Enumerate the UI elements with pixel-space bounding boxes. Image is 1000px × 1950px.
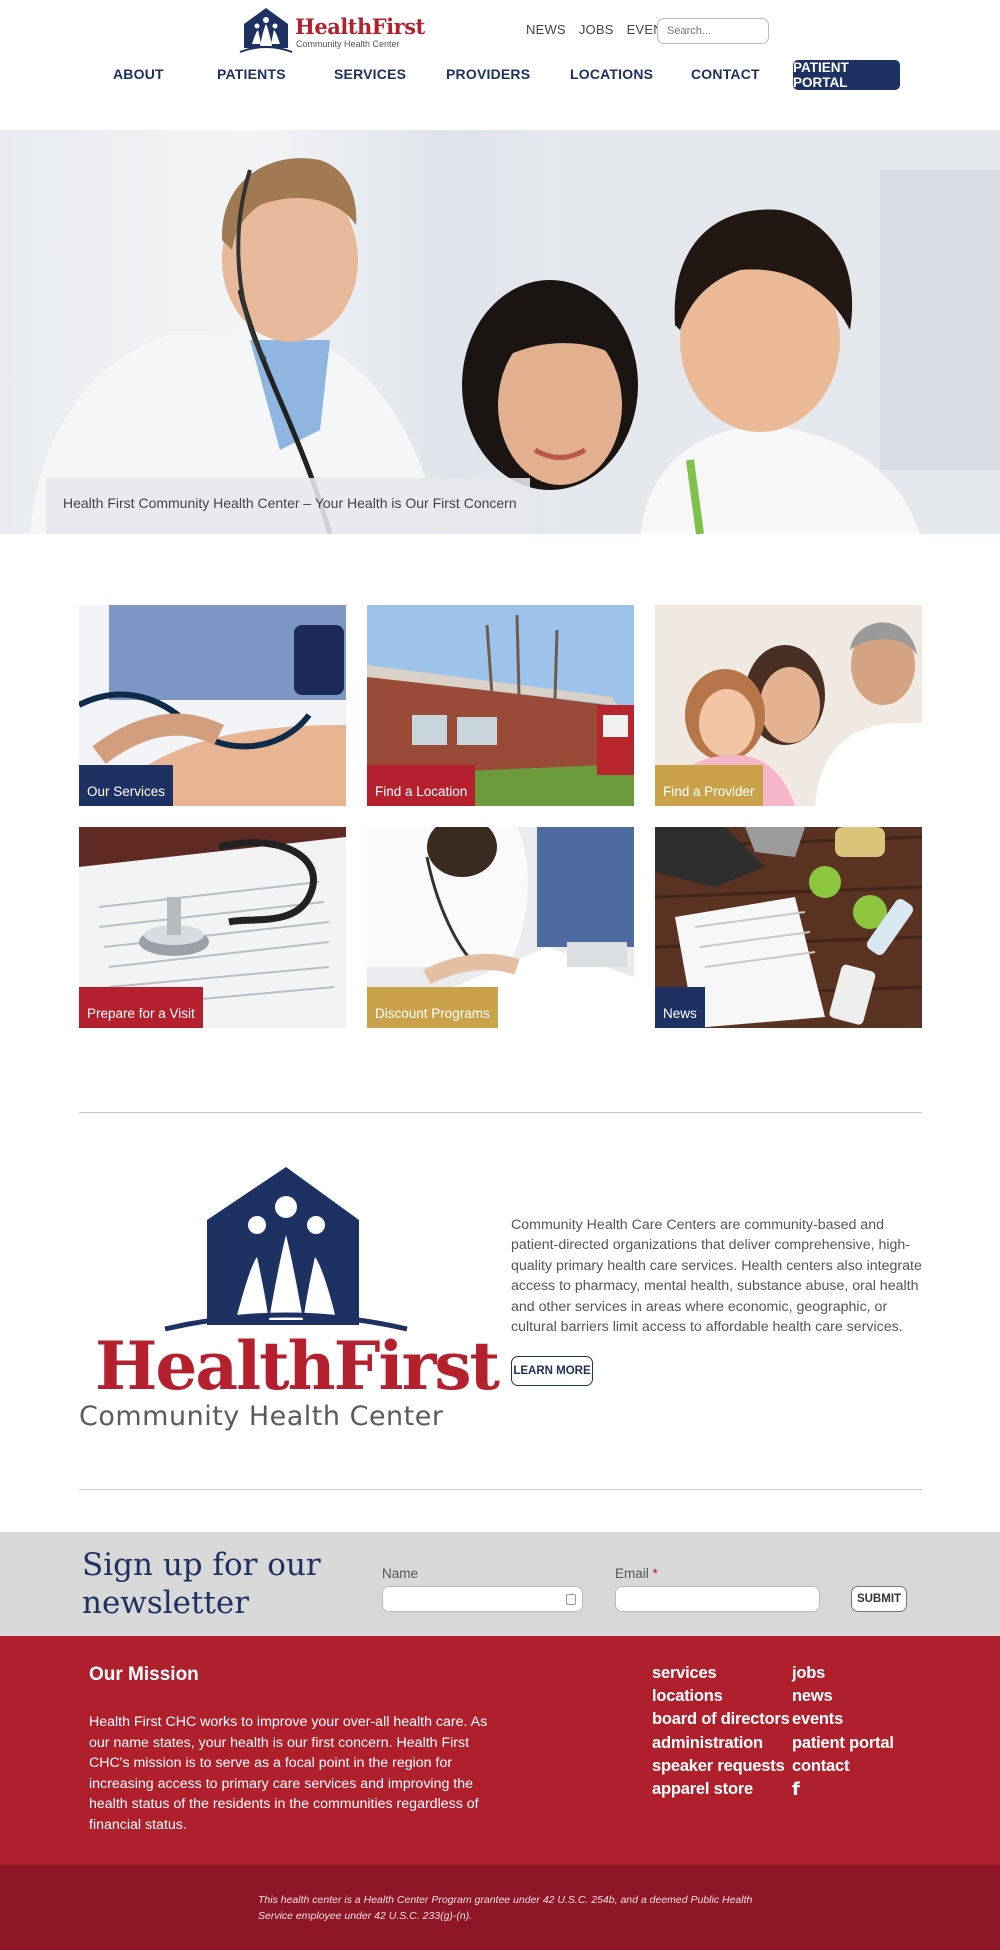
footer-link-events[interactable]: events xyxy=(792,1708,894,1731)
legal-text: This health center is a Health Center Pr… xyxy=(258,1894,753,1922)
tile-find-a-location[interactable]: Find a Location xyxy=(367,605,634,806)
main-nav: ABOUT PATIENTS SERVICES PROVIDERS LOCATI… xyxy=(0,60,1000,92)
email-label-text: Email xyxy=(615,1566,649,1581)
mission-text: Health First CHC works to improve your o… xyxy=(89,1714,488,1833)
newsletter-section: Sign up for our newsletter Name ⋯ Email … xyxy=(0,1532,1000,1636)
email-label: Email * xyxy=(615,1566,658,1581)
nav-about[interactable]: ABOUT xyxy=(113,66,164,82)
about-logo-title: HealthFirst xyxy=(95,1327,500,1405)
about-logo: HealthFirst Community Health Center xyxy=(79,1165,500,1435)
tile-label: Find a Provider xyxy=(655,765,763,806)
logo-house-icon xyxy=(239,8,293,53)
tile-label: Find a Location xyxy=(367,765,476,806)
hero-image-doctor-mother-child xyxy=(30,130,1000,534)
email-field[interactable] xyxy=(615,1586,820,1612)
nav-providers[interactable]: PROVIDERS xyxy=(446,66,530,82)
tile-discount-programs[interactable]: Discount Programs xyxy=(367,827,634,1028)
learn-more-button[interactable]: LEARN MORE xyxy=(511,1356,593,1386)
logo-title: HealthFirst xyxy=(295,14,425,39)
tile-our-services[interactable]: Our Services xyxy=(79,605,346,806)
nav-locations[interactable]: LOCATIONS xyxy=(570,66,653,82)
footer-link-jobs[interactable]: jobs xyxy=(792,1662,894,1685)
footer-link-contact[interactable]: contact xyxy=(792,1755,894,1778)
required-mark: * xyxy=(652,1566,658,1581)
hero-banner: Health First Community Health Center – Y… xyxy=(0,130,1000,534)
footer-link-locations[interactable]: locations xyxy=(652,1685,790,1708)
footer-link-apparel-store[interactable]: apparel store xyxy=(652,1778,790,1801)
utility-link-news[interactable]: NEWS xyxy=(526,22,566,37)
autofill-icon: ⋯ xyxy=(566,1594,576,1605)
facebook-icon[interactable]: f xyxy=(792,1780,894,1800)
section-divider xyxy=(79,1112,922,1113)
nav-services[interactable]: SERVICES xyxy=(334,66,406,82)
hero-caption: Health First Community Health Center – Y… xyxy=(46,478,530,534)
section-divider xyxy=(79,1489,922,1490)
name-label: Name xyxy=(382,1566,419,1581)
tile-label: Prepare for a Visit xyxy=(79,987,203,1028)
footer-links-col2: jobs news events patient portal contact … xyxy=(792,1662,894,1800)
tile-label: News xyxy=(655,987,705,1028)
footer-link-board-of-directors[interactable]: board of directors xyxy=(652,1708,790,1731)
legal-footer: This health center is a Health Center Pr… xyxy=(0,1865,1000,1950)
search-input[interactable] xyxy=(657,18,769,44)
site-header: HealthFirst Community Health Center NEWS… xyxy=(0,0,1000,130)
tile-prepare-for-a-visit[interactable]: Prepare for a Visit xyxy=(79,827,346,1028)
footer-links-col1: services locations board of directors ad… xyxy=(652,1662,790,1801)
site-logo[interactable]: HealthFirst Community Health Center xyxy=(238,6,425,54)
footer-link-administration[interactable]: administration xyxy=(652,1732,790,1755)
about-text: Community Health Care Centers are commun… xyxy=(511,1217,922,1336)
submit-button[interactable]: SUBMIT xyxy=(851,1586,907,1612)
logo-house-icon xyxy=(164,1167,408,1332)
nav-contact[interactable]: CONTACT xyxy=(691,66,760,82)
about-logo-subtitle: Community Health Center xyxy=(79,1401,444,1432)
footer-link-services[interactable]: services xyxy=(652,1662,790,1685)
tile-label: Discount Programs xyxy=(367,987,498,1028)
logo-subtitle: Community Health Center xyxy=(296,39,400,49)
utility-link-jobs[interactable]: JOBS xyxy=(579,22,614,37)
newsletter-title: Sign up for our newsletter xyxy=(82,1547,321,1621)
tile-label: Our Services xyxy=(79,765,174,806)
mission-title: Our Mission xyxy=(89,1664,199,1685)
site-footer: Our Mission Health First CHC works to im… xyxy=(0,1636,1000,1865)
footer-link-news[interactable]: news xyxy=(792,1685,894,1708)
tile-find-a-provider[interactable]: Find a Provider xyxy=(655,605,922,806)
footer-link-patient-portal[interactable]: patient portal xyxy=(792,1732,894,1755)
name-field[interactable]: ⋯ xyxy=(382,1586,583,1612)
tile-news[interactable]: News xyxy=(655,827,922,1028)
nav-patients[interactable]: PATIENTS xyxy=(217,66,286,82)
patient-portal-button[interactable]: PATIENT PORTAL xyxy=(793,60,900,90)
footer-link-speaker-requests[interactable]: speaker requests xyxy=(652,1755,790,1778)
